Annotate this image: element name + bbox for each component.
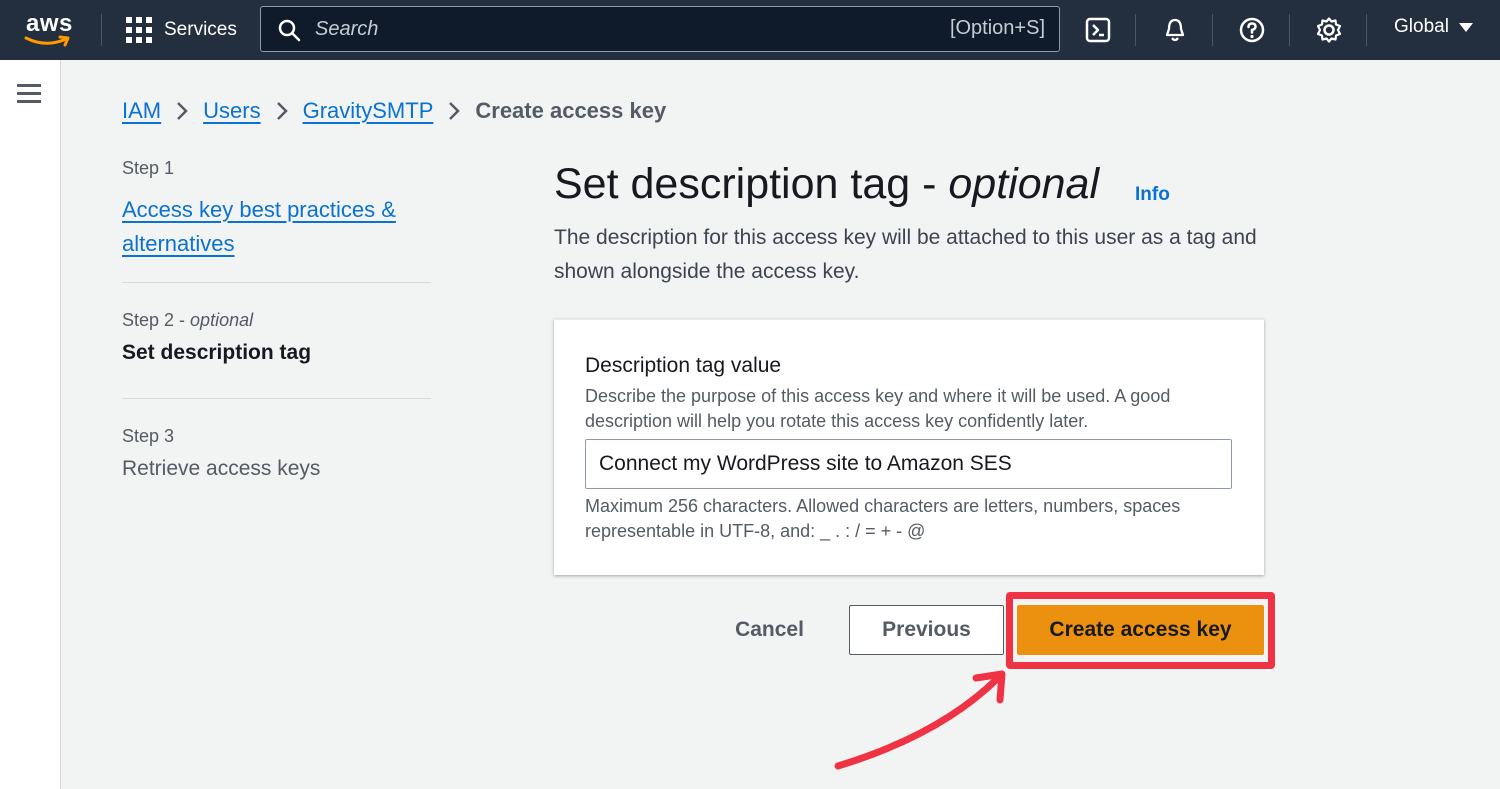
step-1: Step 1 Access key best practices & alter… (122, 158, 431, 282)
breadcrumb-iam-link[interactable]: IAM (122, 98, 161, 124)
divider (1289, 14, 1290, 46)
divider (1366, 14, 1367, 46)
hamburger-menu-icon[interactable] (17, 84, 41, 104)
field-label: Description tag value (585, 354, 782, 377)
page-title: Set description tag - optional (554, 160, 1100, 208)
divider (101, 14, 102, 46)
step-2: Step 2 - optional Set description tag (122, 283, 431, 398)
chevron-right-icon (447, 100, 461, 122)
cancel-button[interactable]: Cancel (712, 605, 827, 655)
aws-smile-icon (24, 35, 70, 47)
step-number: Step 3 (122, 426, 175, 446)
aws-logo[interactable]: aws (22, 8, 78, 52)
chevron-right-icon (275, 100, 289, 122)
previous-button[interactable]: Previous (849, 605, 1004, 655)
services-menu-button[interactable]: Services (126, 14, 237, 46)
description-tag-input[interactable] (585, 439, 1232, 489)
step-2-label: Set description tag (122, 341, 312, 364)
step-number: Step 1 (122, 158, 175, 178)
caret-down-icon (1458, 22, 1473, 32)
description-tag-panel: Description tag value Describe the purpo… (554, 319, 1264, 575)
chevron-right-icon (175, 100, 189, 122)
divider (1212, 14, 1213, 46)
top-navigation-bar: aws Services [Option+S] (0, 0, 1500, 60)
breadcrumb-current: Create access key (475, 98, 667, 123)
field-description: Describe the purpose of this access key … (585, 386, 1171, 431)
search-input[interactable] (315, 7, 915, 51)
field-constraint-text: Maximum 256 characters. Allowed characte… (585, 496, 1181, 541)
page-title-optional: optional (948, 160, 1100, 208)
services-grid-icon (126, 17, 152, 43)
divider (1135, 14, 1136, 46)
page-description: The description for this access key will… (554, 226, 1257, 283)
bell-icon[interactable] (1159, 14, 1191, 46)
region-selector[interactable]: Global (1394, 16, 1473, 38)
breadcrumb-users-link[interactable]: Users (203, 98, 260, 124)
cloudshell-icon[interactable] (1082, 14, 1114, 46)
side-navigation-rail (0, 60, 61, 789)
breadcrumb-user-link[interactable]: GravitySMTP (303, 98, 434, 124)
step-3-label: Retrieve access keys (122, 457, 321, 480)
step-optional-label: optional (190, 310, 254, 330)
breadcrumb: IAM Users GravitySMTP Create access key (122, 96, 666, 126)
step-number: Step 2 - optional (122, 310, 254, 330)
search-bar[interactable]: [Option+S] (260, 6, 1060, 52)
step-1-link[interactable]: Access key best practices & alternatives (122, 193, 431, 261)
region-label: Global (1394, 16, 1449, 37)
info-link[interactable]: Info (1135, 184, 1170, 206)
help-icon[interactable] (1236, 14, 1268, 46)
wizard-steps: Step 1 Access key best practices & alter… (122, 158, 431, 481)
step-3: Step 3 Retrieve access keys (122, 399, 431, 481)
create-access-key-button[interactable]: Create access key (1017, 605, 1264, 655)
search-shortcut-hint: [Option+S] (949, 17, 1045, 39)
annotation-arrow-icon (834, 670, 1006, 770)
search-icon (278, 19, 301, 42)
services-label: Services (164, 19, 237, 40)
gear-icon[interactable] (1313, 14, 1345, 46)
